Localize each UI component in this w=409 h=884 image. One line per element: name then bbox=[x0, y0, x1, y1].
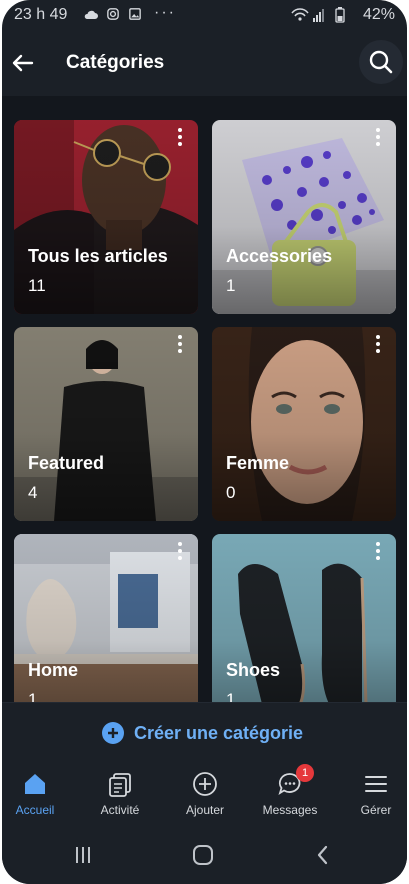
nav-label: Ajouter bbox=[185, 803, 225, 817]
category-card-accessories[interactable]: Accessories 1 bbox=[212, 120, 396, 314]
card-more-icon[interactable] bbox=[374, 128, 382, 150]
category-name: Accessories bbox=[226, 246, 333, 266]
search-icon bbox=[369, 50, 393, 74]
battery-percent: 42% bbox=[362, 6, 395, 23]
card-more-icon[interactable] bbox=[176, 542, 184, 564]
search-button[interactable] bbox=[359, 40, 403, 84]
category-count: 1 bbox=[226, 276, 236, 295]
messages-badge: 1 bbox=[296, 764, 314, 782]
category-name: Featured bbox=[28, 453, 105, 473]
card-more-icon[interactable] bbox=[176, 128, 184, 150]
add-icon bbox=[193, 772, 217, 796]
category-count: 4 bbox=[28, 483, 38, 502]
status-time: 23 h 49 bbox=[14, 6, 68, 23]
category-card-home[interactable]: Home 1 bbox=[14, 534, 198, 702]
nav-item-messages[interactable]: 1 Messages bbox=[250, 762, 330, 828]
nav-label: Messages bbox=[262, 803, 318, 817]
card-shade bbox=[212, 327, 396, 521]
back-nav-icon[interactable] bbox=[310, 842, 336, 868]
plus-circle-icon bbox=[102, 722, 124, 744]
category-count: 1 bbox=[226, 690, 236, 702]
bottom-nav: Accueil Activité Ajouter 1 Messages Gére… bbox=[2, 762, 407, 828]
instagram-icon bbox=[107, 8, 119, 20]
activity-icon bbox=[109, 773, 131, 797]
category-card-femme[interactable]: Femme 0 bbox=[212, 327, 396, 521]
nav-item-accueil[interactable]: Accueil bbox=[2, 762, 75, 828]
nav-label: Activité bbox=[100, 803, 140, 817]
card-shade bbox=[212, 120, 396, 314]
phone-screen: 23 h 49 ··· 42% Catégories Tous les arti… bbox=[2, 0, 407, 884]
status-more: ··· bbox=[154, 4, 176, 21]
category-count: 0 bbox=[226, 483, 236, 502]
category-count: 1 bbox=[28, 690, 38, 702]
cloud-icon bbox=[84, 10, 98, 19]
page-title: Catégories bbox=[66, 52, 165, 73]
menu-icon bbox=[365, 776, 387, 792]
status-bar: 23 h 49 ··· 42% bbox=[2, 0, 407, 30]
card-more-icon[interactable] bbox=[374, 335, 382, 357]
recent-apps-icon[interactable] bbox=[70, 842, 96, 868]
category-card-shoes[interactable]: Shoes 1 bbox=[212, 534, 396, 702]
system-nav-bar bbox=[2, 828, 407, 884]
category-card-all-items[interactable]: Tous les articles 11 bbox=[14, 120, 198, 314]
create-category-button[interactable]: Créer une catégorie bbox=[102, 719, 303, 747]
category-name: Home bbox=[28, 660, 79, 680]
battery-icon bbox=[335, 7, 345, 23]
category-name: Femme bbox=[226, 453, 290, 473]
nav-label: Gérer bbox=[360, 803, 392, 817]
home-button-icon[interactable] bbox=[190, 842, 216, 868]
card-shade bbox=[14, 327, 198, 521]
back-button[interactable] bbox=[8, 48, 38, 78]
home-icon bbox=[25, 774, 45, 794]
nav-label: Accueil bbox=[15, 803, 55, 817]
wifi-signal-icon bbox=[291, 8, 324, 22]
nav-item-ajouter[interactable]: Ajouter bbox=[165, 762, 245, 828]
category-name: Tous les articles bbox=[28, 246, 168, 266]
card-more-icon[interactable] bbox=[176, 335, 184, 357]
app-header: Catégories bbox=[2, 30, 407, 96]
nav-item-activite[interactable]: Activité bbox=[80, 762, 160, 828]
category-count: 11 bbox=[28, 276, 46, 295]
category-card-featured[interactable]: Featured 4 bbox=[14, 327, 198, 521]
category-grid: Tous les articles 11 Accessories 1 Featu… bbox=[2, 96, 407, 702]
card-more-icon[interactable] bbox=[374, 542, 382, 564]
image-icon bbox=[129, 8, 141, 20]
create-category-label: Créer une catégorie bbox=[134, 722, 304, 743]
nav-item-gerer[interactable]: Gérer bbox=[336, 762, 407, 828]
create-category-bar: Créer une catégorie bbox=[2, 702, 407, 763]
category-name: Shoes bbox=[226, 660, 281, 680]
